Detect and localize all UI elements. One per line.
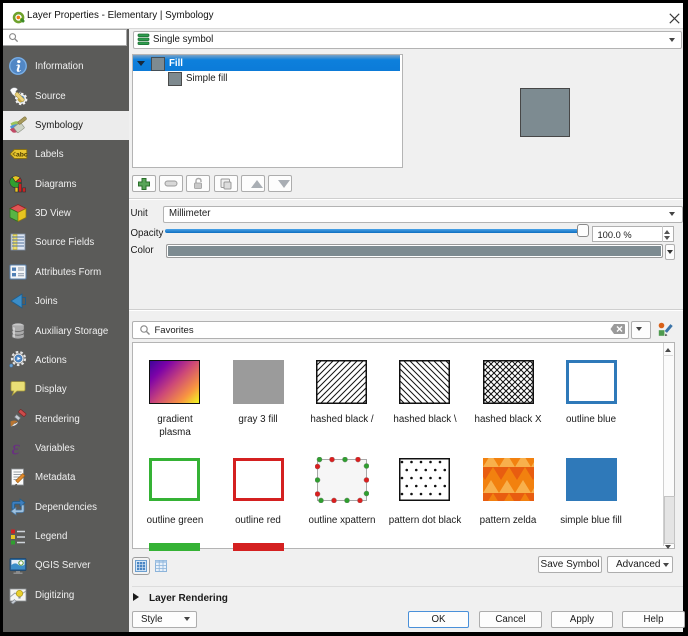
svg-text:ε: ε (12, 438, 21, 458)
svg-text:abc: abc (16, 152, 28, 159)
